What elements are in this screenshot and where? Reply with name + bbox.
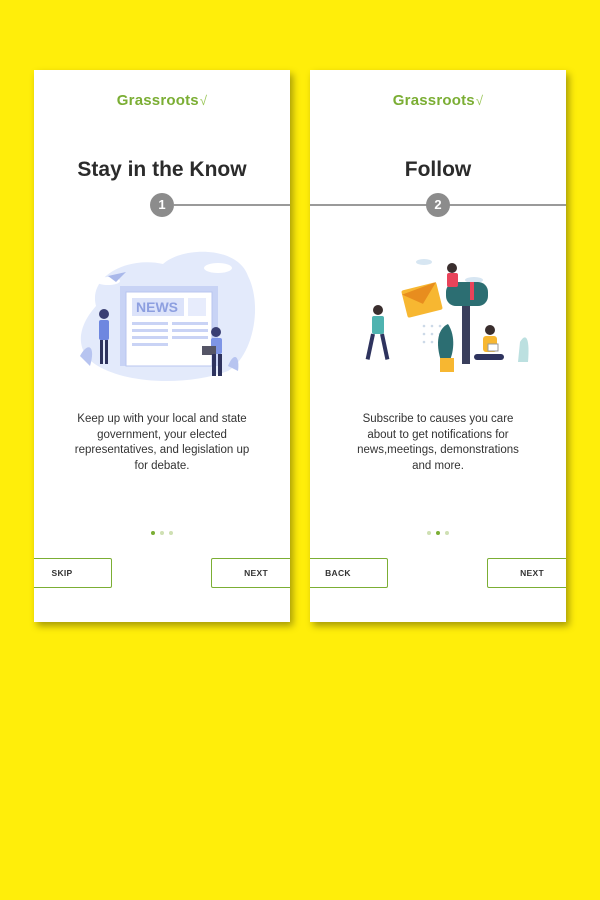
page-dot[interactable]: [436, 531, 440, 535]
follow-illustration: [365, 259, 529, 372]
screen-description: Subscribe to causes you care about to ge…: [357, 413, 519, 472]
leaf-icon: √: [475, 93, 484, 108]
onboarding-screen-2: Grassroots√ Follow 2 Subscribe to causes…: [310, 70, 566, 622]
page-dot[interactable]: [445, 531, 449, 535]
skip-button[interactable]: SKIP: [34, 558, 112, 588]
news-headline-text: NEWS: [136, 299, 178, 315]
next-button[interactable]: NEXT: [487, 558, 566, 588]
brand-logo: Grassroots√: [116, 92, 208, 109]
step-indicator: 2: [426, 193, 450, 217]
leaf-icon: √: [199, 93, 208, 108]
screen-title: Stay in the Know: [77, 158, 247, 181]
next-button[interactable]: NEXT: [211, 558, 290, 588]
brand-logo: Grassroots√: [392, 92, 484, 109]
page-dot[interactable]: [169, 531, 173, 535]
step-connector: [174, 204, 290, 206]
news-illustration: NEWS: [80, 251, 256, 382]
page-dots: [34, 522, 290, 540]
screen-title: Follow: [404, 158, 472, 181]
page-dot[interactable]: [427, 531, 431, 535]
step-indicator: 1: [150, 193, 174, 217]
page-dot[interactable]: [160, 531, 164, 535]
screen-description: Keep up with your local and state govern…: [74, 413, 250, 472]
page-dots: [310, 522, 566, 540]
onboarding-screen-1: Grassroots√ Stay in the Know 1 NEWS Keep…: [34, 70, 290, 622]
back-button[interactable]: BACK: [310, 558, 388, 588]
page-dot[interactable]: [151, 531, 155, 535]
